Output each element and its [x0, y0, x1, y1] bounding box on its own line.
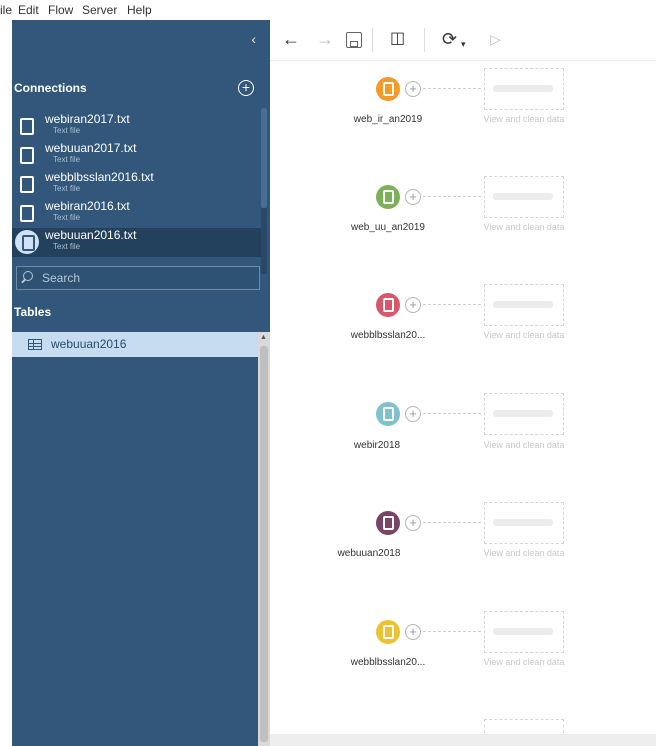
- add-step-icon[interactable]: +: [405, 406, 421, 422]
- connection-name: webuuan2016.txt: [45, 228, 137, 242]
- menu-edit[interactable]: Edit: [18, 0, 39, 20]
- connector-line: [423, 304, 481, 305]
- table-item[interactable]: webuuan2016: [12, 332, 258, 357]
- forward-arrow-icon[interactable]: →: [316, 29, 334, 49]
- ghost-step[interactable]: [484, 284, 564, 326]
- connection-type: Text file: [53, 213, 81, 222]
- ghost-step-label: View and clean data: [483, 330, 565, 340]
- step-label: web_uu_an2019: [351, 222, 425, 233]
- text-file-icon: [15, 230, 39, 254]
- ghost-step[interactable]: [484, 176, 564, 218]
- input-step-node[interactable]: [376, 620, 400, 644]
- connections-scrollbar-thumb[interactable]: [261, 108, 267, 208]
- connection-item[interactable]: webiran2016.txt Text file: [12, 199, 262, 228]
- add-step-icon[interactable]: +: [405, 189, 421, 205]
- ghost-step-partial[interactable]: [484, 719, 564, 733]
- search-placeholder: Search: [42, 271, 81, 285]
- ghost-step[interactable]: [484, 502, 564, 544]
- ghost-step-label: View and clean data: [483, 222, 565, 232]
- text-file-icon: [20, 205, 34, 222]
- toolbar-divider: [424, 28, 425, 52]
- text-file-icon: [20, 176, 34, 193]
- canvas-horizontal-scrollbar[interactable]: [270, 734, 656, 746]
- connector-line: [423, 413, 481, 414]
- ghost-bar: [493, 519, 553, 526]
- table-grid-icon: [28, 339, 42, 350]
- step-label: webblbsslan20...: [350, 657, 426, 668]
- ghost-bar: [493, 410, 553, 417]
- step-label: webuuan2018: [337, 548, 401, 559]
- back-arrow-icon[interactable]: ←: [282, 29, 300, 49]
- connection-name: webiran2017.txt: [45, 112, 130, 126]
- ghost-step[interactable]: [484, 611, 564, 653]
- menu-bar: ile Edit Flow Server Help: [0, 0, 656, 20]
- input-step-node[interactable]: [376, 185, 400, 209]
- ghost-bar: [493, 301, 553, 308]
- input-step-node[interactable]: [376, 77, 400, 101]
- input-step-node[interactable]: [376, 293, 400, 317]
- connector-line: [423, 522, 481, 523]
- menu-flow[interactable]: Flow: [48, 0, 73, 20]
- add-step-icon[interactable]: +: [405, 624, 421, 640]
- connections-title: Connections: [14, 81, 87, 95]
- connector-line: [423, 631, 481, 632]
- table-name: webuuan2016: [51, 337, 127, 351]
- pause-data-icon[interactable]: ◫: [390, 29, 405, 49]
- ghost-step-label: View and clean data: [483, 548, 565, 558]
- connection-item[interactable]: webiran2017.txt Text file: [12, 112, 262, 141]
- ghost-bar: [493, 628, 553, 635]
- run-icon[interactable]: ▷: [490, 29, 501, 49]
- connection-name: webuuan2017.txt: [45, 141, 137, 155]
- ghost-bar: [493, 193, 553, 200]
- connection-type: Text file: [53, 155, 81, 164]
- connections-list: webiran2017.txt Text file webuuan2017.tx…: [12, 112, 262, 274]
- ghost-step[interactable]: [484, 393, 564, 435]
- menu-server[interactable]: Server: [82, 0, 117, 20]
- connector-line: [423, 88, 481, 89]
- step-label: web_ir_an2019: [353, 114, 423, 125]
- connector-line: [423, 196, 481, 197]
- ghost-step-label: View and clean data: [483, 657, 565, 667]
- tables-title: Tables: [14, 305, 52, 319]
- connection-item[interactable]: webblbsslan2016.txt Text file: [12, 170, 262, 199]
- search-icon: [23, 271, 33, 281]
- connection-type: Text file: [53, 242, 81, 251]
- connection-type: Text file: [53, 184, 81, 193]
- step-label: webir2018: [353, 440, 401, 451]
- scroll-up-icon[interactable]: ▲: [260, 334, 267, 341]
- search-input[interactable]: Search: [16, 266, 260, 290]
- step-label: webblbsslan20...: [350, 330, 426, 341]
- text-file-icon: [20, 147, 34, 164]
- add-step-icon[interactable]: +: [405, 297, 421, 313]
- connections-sidebar: ‹ Connections + webiran2017.txt Text fil…: [12, 20, 270, 746]
- ghost-bar: [493, 85, 553, 92]
- connection-name: webblbsslan2016.txt: [45, 170, 154, 184]
- chevron-down-icon[interactable]: ▾: [461, 34, 466, 54]
- connection-item[interactable]: webuuan2017.txt Text file: [12, 141, 262, 170]
- add-step-icon[interactable]: +: [405, 515, 421, 531]
- add-connection-icon[interactable]: +: [238, 80, 254, 96]
- ghost-step[interactable]: [484, 68, 564, 110]
- connection-item-selected[interactable]: webuuan2016.txt Text file: [12, 228, 262, 257]
- flow-toolbar: ← → ◫ ⟳ ▾ ▷: [270, 20, 656, 61]
- refresh-icon[interactable]: ⟳: [442, 29, 457, 49]
- menu-file[interactable]: ile: [0, 0, 12, 20]
- add-step-icon[interactable]: +: [405, 81, 421, 97]
- collapse-sidebar-icon[interactable]: ‹: [251, 31, 256, 47]
- ghost-step-label: View and clean data: [483, 440, 565, 450]
- tables-panel: webuuan2016 ▲: [12, 332, 270, 746]
- ghost-step-label: View and clean data: [483, 114, 565, 124]
- input-step-node[interactable]: [376, 402, 400, 426]
- toolbar-divider: [372, 28, 373, 52]
- menu-help[interactable]: Help: [127, 0, 152, 20]
- connection-type: Text file: [53, 126, 81, 135]
- input-step-node[interactable]: [376, 511, 400, 535]
- connection-name: webiran2016.txt: [45, 199, 130, 213]
- tables-scrollbar-thumb[interactable]: [260, 346, 268, 742]
- text-file-icon: [20, 118, 34, 135]
- save-icon[interactable]: [346, 32, 362, 48]
- flow-canvas[interactable]: + View and clean data web_ir_an2019 + Vi…: [270, 61, 656, 746]
